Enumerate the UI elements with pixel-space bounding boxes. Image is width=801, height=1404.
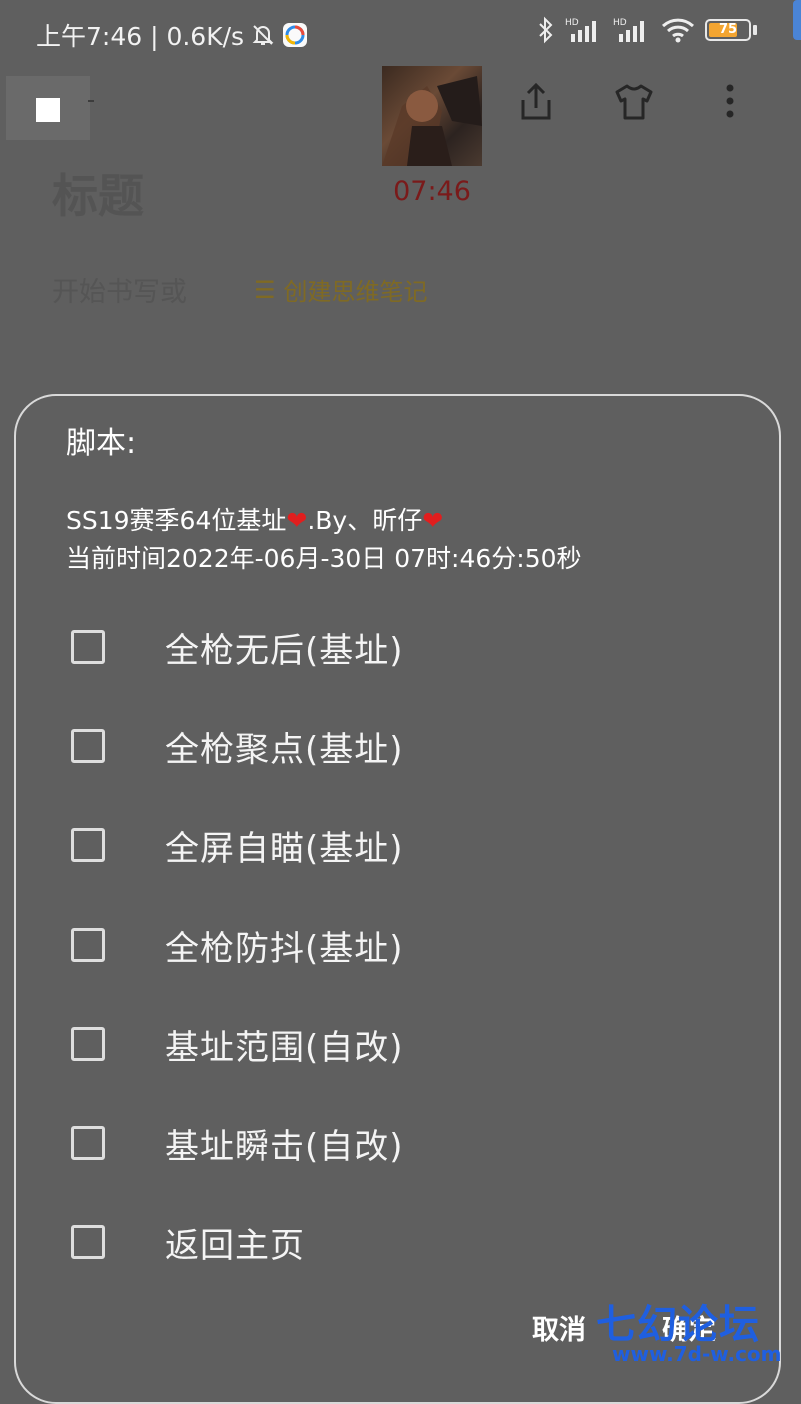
option-label: 全枪无后(基址) [165,630,404,671]
divider [88,100,94,102]
back-button[interactable] [6,76,90,140]
bluetooth-icon [539,16,553,44]
option-checkbox[interactable] [71,828,105,862]
battery-tip [753,25,757,35]
option-row[interactable]: 基址瞬击(自改) [66,1113,666,1173]
page-title[interactable]: 标题 [52,160,144,226]
create-mind-note-link[interactable]: ☰ 创建思维笔记 [254,272,428,307]
svg-text:HD: HD [565,18,579,28]
dialog-title: 脚本: [66,426,137,461]
option-checkbox[interactable] [71,928,105,962]
editor-hint[interactable]: 开始书写或 [52,270,187,309]
option-row[interactable]: 全屏自瞄(基址) [66,815,666,875]
option-label: 全枪防抖(基址) [165,928,404,969]
option-checkbox[interactable] [71,630,105,664]
status-right: HD HD 75 [537,16,757,44]
more-vert-icon[interactable] [708,80,752,124]
svg-text:HD: HD [613,18,627,28]
edge-tab[interactable] [793,0,801,40]
mind-note-label: 创建思维笔记 [283,278,428,306]
mind-note-icon: ☰ [254,275,276,304]
option-label: 基址瞬击(自改) [165,1126,404,1167]
script-dialog: 脚本: SS19赛季64位基址❤.By、昕仔❤ 当前时间2022年-06月-30… [14,394,781,1404]
option-row[interactable]: 全枪无后(基址) [66,617,666,677]
back-icon [36,98,60,122]
cancel-button[interactable]: 取消 [532,1308,586,1347]
shirt-icon[interactable] [612,80,656,124]
option-checkbox[interactable] [71,1126,105,1160]
wifi-icon [661,18,695,43]
option-label: 基址范围(自改) [165,1027,404,1068]
option-row[interactable]: 基址范围(自改) [66,1014,666,1074]
status-time-speed: 上午7:46 | 0.6K/s [36,22,245,51]
browser-app-icon [283,23,308,47]
status-bar: 上午7:46 | 0.6K/s HD HD 75 [0,0,801,66]
option-checkbox[interactable] [71,1027,105,1061]
battery-icon: 75 [705,19,751,41]
option-checkbox[interactable] [71,1225,105,1259]
hd-signal-icon: HD [565,18,596,42]
dialog-message-line1: SS19赛季64位基址❤.By、昕仔❤ [66,502,582,540]
option-label: 全屏自瞄(基址) [165,828,404,869]
heart-icon: ❤ [422,506,444,535]
watermark-url: www.7d-w.com [612,1342,782,1366]
heart-icon: ❤ [286,506,308,535]
mute-bell-icon [252,25,274,45]
battery-text: 75 [718,22,738,37]
dialog-message-line2: 当前时间2022年-06月-30日 07时:46分:50秒 [66,544,582,573]
option-row[interactable]: 全枪聚点(基址) [66,716,666,776]
option-row[interactable]: 返回主页 [66,1212,666,1272]
dialog-message: SS19赛季64位基址❤.By、昕仔❤ 当前时间2022年-06月-30日 07… [66,502,582,578]
cover-time: 07:46 [393,176,471,207]
option-checkbox[interactable] [71,729,105,763]
message-author: .By、昕仔 [307,506,423,535]
share-icon[interactable] [514,80,558,124]
status-left: 上午7:46 | 0.6K/s [36,17,308,53]
cover-art[interactable] [382,66,482,166]
option-label: 全枪聚点(基址) [165,729,404,770]
cover-art-image [382,76,482,166]
hd-signal-icon: HD [613,18,644,42]
option-row[interactable]: 全枪防抖(基址) [66,915,666,975]
option-label: 返回主页 [165,1225,305,1266]
message-season: SS19赛季64位基址 [66,506,287,535]
